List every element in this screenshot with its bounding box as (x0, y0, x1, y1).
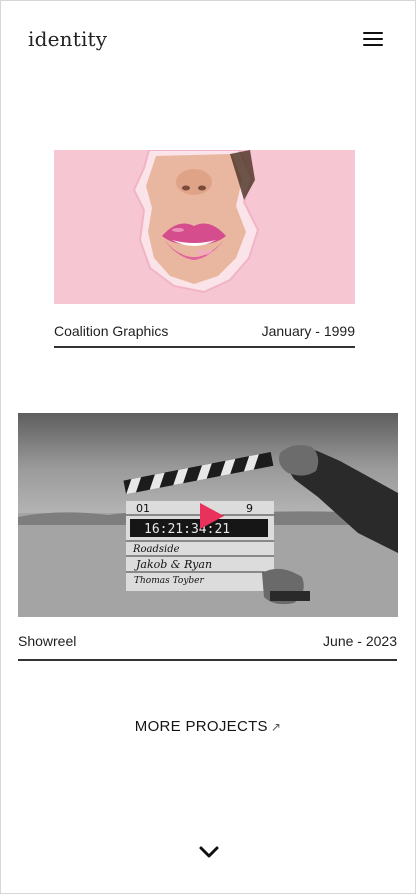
divider (18, 659, 397, 661)
site-header: identity (1, 1, 415, 79)
project-title[interactable]: Showreel (18, 633, 76, 649)
hamburger-menu-icon[interactable] (361, 29, 385, 49)
app-frame: identity Coalition Graphics January - 19… (0, 0, 416, 894)
slate-take: 9 (246, 502, 253, 515)
project-thumbnail-coalition-graphics[interactable] (54, 150, 355, 304)
slate-camera: Thomas Toyber (134, 576, 204, 586)
project-title[interactable]: Coalition Graphics (54, 323, 168, 339)
more-projects-link[interactable]: MORE PROJECTS ↗ (1, 718, 415, 735)
more-projects-label[interactable]: MORE PROJECTS (135, 718, 268, 735)
slate-director: Jakob & Ryan (134, 558, 212, 571)
logo[interactable]: identity (28, 27, 107, 51)
lips-illustration (54, 150, 355, 304)
project-meta-coalition-graphics: Coalition Graphics January - 1999 (54, 321, 355, 341)
chevron-down-icon[interactable] (198, 843, 220, 861)
divider (54, 346, 355, 348)
project-date: June - 2023 (323, 633, 397, 649)
slate-production: Roadside (132, 544, 180, 555)
project-meta-showreel: Showreel June - 2023 (18, 631, 397, 651)
arrow-up-right-icon: ↗ (270, 720, 282, 734)
project-date: January - 1999 (261, 323, 355, 339)
slate-scene: 01 (136, 502, 150, 515)
play-icon[interactable] (198, 501, 226, 531)
